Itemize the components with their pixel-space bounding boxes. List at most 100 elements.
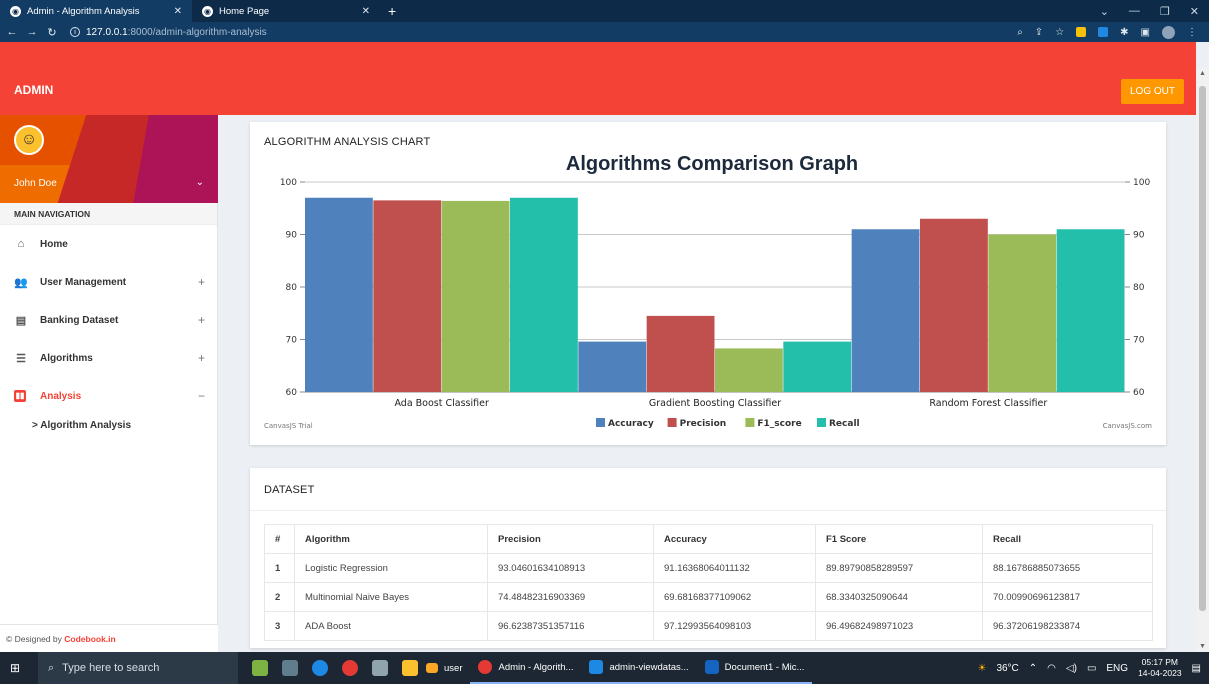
folder-icon [426, 663, 438, 673]
extension-icon[interactable] [1098, 27, 1109, 37]
chrome-icon[interactable] [342, 660, 358, 676]
pinned-app-icon[interactable] [252, 660, 268, 676]
collapse-icon[interactable]: − [198, 389, 205, 403]
bar [305, 197, 373, 392]
bar [373, 200, 442, 392]
new-tab-icon[interactable]: + [380, 3, 396, 19]
puzzle-icon[interactable]: ✱ [1120, 27, 1128, 38]
close-tab-icon[interactable]: ✕ [362, 6, 370, 17]
table-cell: Logistic Regression [294, 553, 488, 583]
menu-dots-icon[interactable]: ⋮ [1187, 27, 1197, 38]
tab-title: Home Page [219, 5, 270, 17]
bar [1056, 229, 1125, 392]
taskbar-app-vscode[interactable]: admin-viewdatas... [581, 652, 697, 684]
sidepanel-icon[interactable]: ▣ [1141, 27, 1150, 38]
sidebar-item-label: Analysis [40, 390, 82, 402]
tray-chevron-icon[interactable]: ⌃ [1029, 663, 1037, 674]
close-window-icon[interactable]: ✕ [1190, 5, 1199, 18]
tab-home-page[interactable]: ◉ Home Page ✕ [192, 0, 380, 22]
extension-icon[interactable] [1076, 27, 1087, 37]
share-icon[interactable]: ⇪ [1035, 27, 1043, 38]
dataset-card-title: DATASET [264, 484, 315, 496]
tab-search-icon[interactable]: ⌄ [1100, 5, 1109, 18]
zoom-icon[interactable]: ⌕ [1017, 27, 1023, 38]
taskbar-app-chrome[interactable]: Admin - Algorith... [470, 652, 582, 684]
pinned-apps [252, 660, 418, 676]
expand-icon[interactable]: + [198, 275, 205, 289]
taskbar-app-label: Admin - Algorith... [498, 661, 574, 673]
window-controls: ⌄ — ❐ ✕ [1100, 5, 1209, 18]
paint-icon[interactable] [372, 660, 388, 676]
column-header: F1 Score [815, 524, 983, 554]
brand-title[interactable]: ADMIN [14, 83, 53, 97]
footer-brand-link[interactable]: Codebook.in [64, 634, 115, 644]
expand-icon[interactable]: + [198, 351, 205, 365]
forward-icon[interactable]: → [24, 26, 40, 38]
reload-icon[interactable]: ↻ [44, 26, 60, 39]
chevron-down-icon[interactable]: ⌄ [196, 177, 204, 188]
y-tick-label: 90 [286, 231, 298, 241]
weather-temp[interactable]: 36°C [996, 663, 1018, 674]
expand-icon[interactable]: + [198, 313, 205, 327]
network-icon[interactable]: ◠ [1047, 663, 1056, 674]
info-icon[interactable]: i [70, 27, 80, 37]
maximize-icon[interactable]: ❐ [1160, 5, 1170, 18]
sidebar-item-home[interactable]: ⌂ Home [0, 225, 217, 263]
windows-taskbar: ⊞ ⌕ Type here to search user Admin - Alg… [0, 652, 1209, 684]
bookmark-star-icon[interactable]: ☆ [1055, 27, 1064, 38]
sticky-notes-icon[interactable] [402, 660, 418, 676]
url-field[interactable]: i 127.0.0.1:8000/admin-algorithm-analysi… [70, 27, 267, 38]
table-cell: Multinomial Naive Bayes [294, 582, 488, 612]
windows-start-icon[interactable]: ⊞ [10, 661, 28, 675]
clock-time: 05:17 PM [1141, 657, 1178, 667]
bar [441, 200, 510, 392]
url-host: 127.0.0.1 [86, 26, 128, 38]
scrollbar-thumb[interactable] [1199, 86, 1206, 611]
bar [715, 348, 783, 392]
clock[interactable]: 05:17 PM 14-04-2023 [1138, 657, 1181, 679]
sidebar-item-label: Home [40, 238, 68, 250]
battery-icon[interactable]: ▭ [1087, 663, 1096, 674]
taskbar-app-folder[interactable]: user [418, 652, 470, 684]
volume-icon[interactable]: ◁) [1066, 663, 1077, 674]
bar [578, 341, 647, 392]
table-row: 3 ADA Boost 96.62387351357116 97.1299356… [264, 611, 1153, 641]
back-icon[interactable]: ← [4, 26, 20, 38]
chart-card: ALGORITHM ANALYSIS CHART Algorithms Comp… [250, 122, 1166, 445]
notifications-icon[interactable]: ▤ [1192, 663, 1201, 674]
sidebar-item-user-management[interactable]: 👥 User Management + [0, 263, 217, 301]
close-tab-icon[interactable]: ✕ [174, 6, 182, 17]
minimize-icon[interactable]: — [1129, 5, 1140, 18]
y-tick-label: 100 [280, 178, 297, 188]
profile-avatar-icon[interactable] [1162, 25, 1175, 39]
sidebar-item-banking-dataset[interactable]: ▤ Banking Dataset + [0, 301, 217, 339]
taskbar-app-word[interactable]: Document1 - Mic... [696, 652, 813, 684]
user-name[interactable]: John Doe [14, 178, 57, 189]
tab-title: Admin - Algorithm Analysis [27, 5, 140, 17]
edge-icon[interactable] [312, 660, 328, 676]
chart-bars [305, 197, 1125, 392]
y2-tick-label: 80 [1133, 283, 1145, 293]
language-indicator[interactable]: ENG [1106, 663, 1128, 674]
legend-label: F1_score [757, 419, 801, 429]
sidebar-item-label: Algorithms [40, 352, 93, 364]
scroll-down-icon[interactable]: ▼ [1199, 643, 1206, 650]
legend-swatch [817, 418, 826, 427]
table-cell: 74.48482316903369 [487, 582, 654, 612]
page-scrollbar[interactable]: ▲ ▼ [1196, 68, 1209, 652]
logout-button[interactable]: LOG OUT [1120, 79, 1184, 104]
weather-icon[interactable]: ☀ [977, 663, 986, 674]
sidebar-item-algorithms[interactable]: ☰ Algorithms + [0, 339, 217, 377]
sidebar-item-analysis[interactable]: ▮▮ Analysis − [0, 377, 217, 415]
taskbar-search-box[interactable]: ⌕ Type here to search [38, 652, 238, 684]
table-cell: 97.12993564098103 [653, 611, 816, 641]
table-row: 2 Multinomial Naive Bayes 74.48482316903… [264, 582, 1153, 612]
scroll-up-icon[interactable]: ▲ [1199, 70, 1206, 77]
tab-admin-algorithm-analysis[interactable]: ◉ Admin - Algorithm Analysis ✕ [0, 0, 192, 22]
canvasjs-link[interactable]: CanvasJS.com [1103, 422, 1153, 430]
calculator-icon[interactable] [282, 660, 298, 676]
table-cell: 89.89790858289597 [815, 553, 983, 583]
bar [783, 341, 852, 392]
sidebar-subitem-algorithm-analysis[interactable]: > Algorithm Analysis [0, 415, 217, 437]
x-tick-label: Ada Boost Classifier [394, 398, 489, 409]
